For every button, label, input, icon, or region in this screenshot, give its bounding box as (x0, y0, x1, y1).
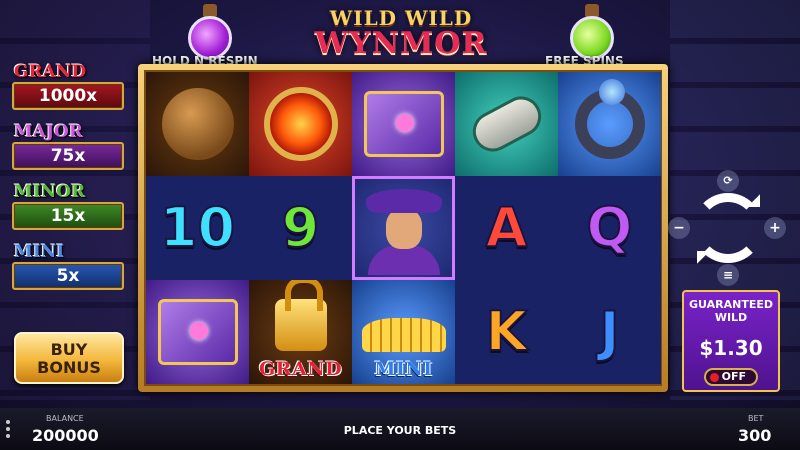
symbol-j: J (558, 280, 661, 384)
symbol-text: K (485, 300, 529, 363)
fire-amulet-icon (263, 87, 338, 161)
guaranteed-wild-title: GUARANTEED WILD (689, 298, 773, 324)
jackpot-name: MAJOR (14, 122, 83, 142)
symbol-scroll (455, 72, 558, 176)
wizard-icon (364, 183, 444, 275)
symbol-a: A (455, 176, 558, 280)
menu-lines-icon[interactable]: ≡ (717, 264, 739, 286)
jackpot-value: 5x (12, 262, 124, 290)
jackpot-mini: MINI 5x (12, 242, 124, 290)
symbol-text: A (485, 196, 529, 259)
symbol-nine: 9 (249, 176, 352, 280)
symbol-coin-lock (146, 72, 249, 176)
symbol-text: 9 (281, 196, 321, 259)
symbol-fire-amulet (249, 72, 352, 176)
jackpot-name: MINI (14, 242, 65, 262)
jackpot-value: 75x (12, 142, 124, 170)
game-logo: WILD WILD WYNMOR (296, 6, 506, 68)
spell-book-icon (363, 91, 444, 157)
symbol-text: 10 (159, 196, 236, 259)
bet-label: BET (748, 414, 764, 423)
symbol-spell-book (146, 280, 249, 384)
status-message: PLACE YOUR BETS (343, 424, 457, 437)
symbol-lock-grand: GRAND (249, 280, 352, 384)
symbol-text: J (598, 300, 620, 363)
symbol-q: Q (558, 176, 661, 280)
spin-control: ⟳ − + ≡ (668, 170, 786, 286)
buy-bonus-button[interactable]: BUY BONUS (14, 332, 124, 384)
jackpot-value: 15x (12, 202, 124, 230)
autoplay-icon[interactable]: ⟳ (717, 170, 739, 192)
symbol-magic-ring (558, 72, 661, 176)
symbol-k: K (455, 280, 558, 384)
mini-tag: MINI (374, 358, 433, 380)
magic-ring-icon (574, 79, 645, 159)
guaranteed-wild-price: $1.30 (699, 336, 763, 360)
gold-coins-icon (361, 318, 446, 352)
jackpot-value: 1000x (12, 82, 124, 110)
scroll-icon (465, 89, 548, 159)
bet-increase-button[interactable]: + (764, 217, 786, 239)
guaranteed-wild-panel: GUARANTEED WILD $1.30 OFF (682, 290, 780, 392)
grand-tag: GRAND (258, 358, 343, 380)
guaranteed-wild-toggle[interactable]: OFF (704, 368, 758, 386)
symbol-text: Q (586, 196, 634, 259)
jackpot-grand: GRAND 1000x (12, 62, 124, 110)
symbol-coins-mini: MINI (352, 280, 455, 384)
symbol-spell-book (352, 72, 455, 176)
symbol-ten: 10 (146, 176, 249, 280)
jackpot-name: MINOR (14, 182, 86, 202)
balance-label: BALANCE (46, 414, 84, 423)
logo-line2: WYNMOR (314, 26, 488, 61)
coin-lock-icon (158, 85, 237, 163)
symbol-wizard-wild (352, 176, 455, 280)
bet-value: 300 (738, 426, 772, 445)
bottom-bar: BALANCE 200000 PLACE YOUR BETS BET 300 (0, 408, 800, 450)
jackpot-minor: MINOR 15x (12, 182, 124, 230)
jackpot-major: MAJOR 75x (12, 122, 124, 170)
green-potion-icon (566, 4, 618, 60)
spell-book-icon (157, 299, 238, 365)
bet-decrease-button[interactable]: − (668, 217, 690, 239)
reels-frame: 10 9 GRAND MINI A K Q J (138, 64, 668, 392)
jackpot-name: GRAND (14, 62, 87, 82)
purple-potion-icon (184, 4, 236, 60)
padlock-icon (274, 280, 327, 351)
reels-grid: 10 9 GRAND MINI A K Q J (144, 70, 662, 386)
